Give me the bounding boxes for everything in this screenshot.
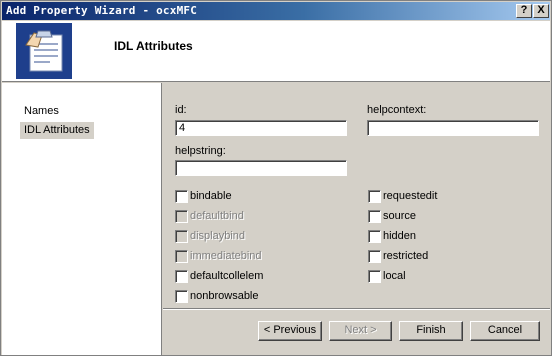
checkbox-label: hidden bbox=[383, 230, 417, 242]
checkbox-box bbox=[175, 210, 188, 223]
idl-attributes-form: id: helpcontext: helpstring: bindable de… bbox=[163, 83, 550, 355]
checkbox-box[interactable] bbox=[175, 190, 188, 203]
checkbox-label: displaybind bbox=[190, 230, 246, 242]
checkbox-label: restricted bbox=[383, 250, 429, 262]
helpcontext-input[interactable] bbox=[367, 120, 539, 136]
cancel-button[interactable]: Cancel bbox=[470, 321, 540, 341]
id-input[interactable] bbox=[175, 120, 347, 136]
checkbox-box[interactable] bbox=[368, 270, 381, 283]
help-button[interactable]: ? bbox=[516, 4, 532, 18]
close-button[interactable]: X bbox=[533, 4, 549, 18]
checkbox-label: bindable bbox=[190, 190, 232, 202]
helpstring-label: helpstring: bbox=[175, 145, 226, 157]
checkbox-box[interactable] bbox=[368, 250, 381, 263]
checkbox-label: defaultcollelem bbox=[190, 270, 264, 282]
page-title: IDL Attributes bbox=[114, 39, 193, 53]
next-button: Next > bbox=[329, 321, 392, 341]
wizard-clipboard-icon bbox=[16, 23, 72, 79]
checkbox-label: source bbox=[383, 210, 417, 222]
checkbox-box[interactable] bbox=[368, 210, 381, 223]
checkbox-box[interactable] bbox=[175, 290, 188, 303]
checkbox-label: local bbox=[383, 270, 406, 282]
title-bar[interactable]: Add Property Wizard - ocxMFC ? X bbox=[2, 2, 550, 20]
checkbox-label: requestedit bbox=[383, 190, 438, 202]
id-label: id: bbox=[175, 104, 187, 116]
checkbox-box bbox=[175, 250, 188, 263]
nav-item-names[interactable]: Names bbox=[20, 103, 63, 120]
finish-button[interactable]: Finish bbox=[399, 321, 463, 341]
wizard-window: Add Property Wizard - ocxMFC ? X IDL Att… bbox=[0, 0, 552, 356]
checkbox-box[interactable] bbox=[368, 230, 381, 243]
button-separator bbox=[163, 308, 550, 310]
checkbox-label: nonbrowsable bbox=[190, 290, 259, 302]
helpcontext-label: helpcontext: bbox=[367, 104, 427, 116]
checkbox-box bbox=[175, 230, 188, 243]
wizard-header: IDL Attributes bbox=[2, 21, 550, 82]
checkbox-box[interactable] bbox=[175, 270, 188, 283]
nav-item-idl-attributes[interactable]: IDL Attributes bbox=[20, 122, 94, 139]
previous-button[interactable]: < Previous bbox=[258, 321, 322, 341]
checkbox-label: defaultbind bbox=[190, 210, 244, 222]
checkbox-box[interactable] bbox=[368, 190, 381, 203]
helpstring-input[interactable] bbox=[175, 160, 347, 176]
wizard-nav: Names IDL Attributes bbox=[2, 83, 162, 355]
window-title: Add Property Wizard - ocxMFC bbox=[6, 4, 198, 17]
checkbox-label: immediatebind bbox=[190, 250, 262, 262]
